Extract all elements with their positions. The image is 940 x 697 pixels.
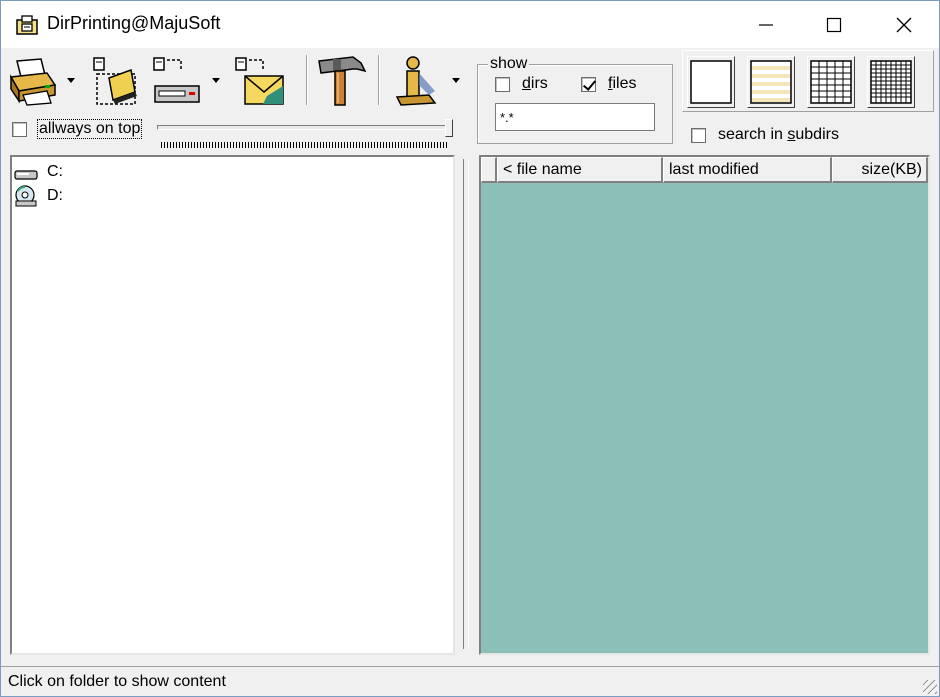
view-fine-grid-button[interactable] [867,56,915,108]
view-blank-button[interactable] [687,56,735,108]
search-subdirs-label-rest: ubdirs [795,126,839,143]
export-file-icon [93,57,137,105]
dirs-label-rest: irs [530,75,548,92]
export-file-button[interactable] [91,56,141,108]
app-window: DirPrinting@MajuSoft allways on top show… [0,0,940,697]
search-subdirs-label-pre: search in [718,126,788,143]
dirs-mnemonic: d [522,75,531,92]
files-label-rest: iles [612,75,637,92]
fine-grid-view-icon [870,60,912,104]
close-icon [896,17,912,32]
email-icon [235,57,284,105]
tree-item-d-drive[interactable]: D: [14,185,63,207]
transparency-slider-track[interactable] [157,125,453,130]
email-button[interactable] [233,56,285,108]
maximize-icon [826,17,842,32]
show-files-label: files [608,75,636,93]
title-bar: DirPrinting@MajuSoft [1,1,939,48]
show-dirs-checkbox[interactable] [495,77,510,92]
file-list-header: < file name last modified size(KB) [481,157,928,183]
hard-drive-icon [14,170,38,180]
view-grid-button[interactable] [807,56,855,108]
toolbar-separator [378,55,380,105]
slider-ticks [161,142,449,148]
transparency-slider-thumb[interactable] [445,119,453,137]
info-button[interactable] [391,55,441,109]
print-button[interactable] [7,57,59,107]
app-icon [16,15,38,35]
grid-view-icon [810,60,852,104]
info-dropdown-arrow[interactable] [452,78,460,83]
column-header-file-name[interactable]: < file name [497,157,663,183]
striped-view-icon [750,60,792,104]
search-subdirs-checkbox[interactable] [691,128,706,143]
hammer-icon [318,56,367,106]
column-header-last-modified[interactable]: last modified [663,157,832,183]
show-files-checkbox[interactable] [581,77,596,92]
file-filter-input[interactable] [495,103,655,131]
status-text: Click on folder to show content [8,673,226,690]
close-button[interactable] [869,1,939,48]
show-dirs-label: dirs [522,75,548,93]
always-on-top-label: allways on top [37,119,143,139]
minimize-button[interactable] [731,1,801,48]
resize-grip[interactable] [923,680,937,694]
view-striped-button[interactable] [747,56,795,108]
column-header-size[interactable]: size(KB) [832,157,928,183]
printer-icon [9,58,57,106]
show-groupbox-title: show [488,55,530,73]
info-icon [395,56,437,106]
cd-drive-icon [15,185,37,207]
maximize-button[interactable] [799,1,869,48]
tree-item-label: C: [47,163,63,180]
minimize-icon [759,23,773,26]
folder-tree[interactable]: C: D: [10,155,455,655]
status-bar: Click on folder to show content [1,666,939,696]
tree-item-label: D: [47,187,63,204]
window-title: DirPrinting@MajuSoft [47,13,221,33]
toolbar-separator [306,55,308,105]
pane-splitter[interactable] [463,159,469,649]
export-drive-dropdown-arrow[interactable] [212,78,220,83]
tree-item-c-drive[interactable]: C: [14,161,63,183]
column-header-stub[interactable] [481,157,497,183]
blank-view-icon [690,60,732,104]
search-subdirs-label: search in subdirs [718,126,839,144]
file-list[interactable]: < file name last modified size(KB) [479,155,930,655]
print-dropdown-arrow[interactable] [67,78,75,83]
tools-button[interactable] [317,55,371,109]
export-drive-icon [153,57,200,103]
always-on-top-checkbox[interactable] [12,122,27,137]
export-drive-button[interactable] [151,56,203,108]
